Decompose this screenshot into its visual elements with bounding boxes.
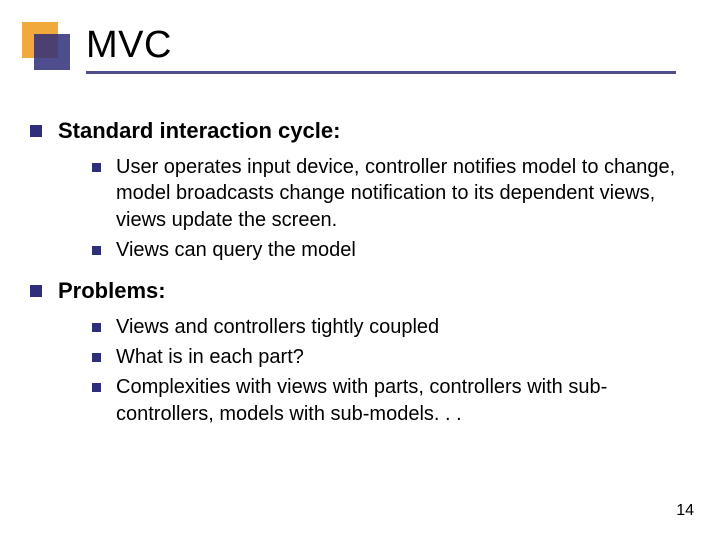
- bullet-heading-text: Problems:: [58, 278, 166, 303]
- bullet-item: Complexities with views with parts, cont…: [92, 374, 690, 427]
- title-underline: [86, 71, 676, 74]
- bullet-heading-text: Standard interaction cycle:: [58, 118, 340, 143]
- page-number: 14: [676, 502, 694, 520]
- bullet-item-text: Complexities with views with parts, cont…: [116, 376, 607, 424]
- bullet-item: Views and controllers tightly coupled: [92, 314, 690, 340]
- slide-body: Standard interaction cycle: User operate…: [30, 118, 690, 441]
- bullet-item: What is in each part?: [92, 344, 690, 370]
- bullet-item-text: Views and controllers tightly coupled: [116, 316, 439, 338]
- bullet-sublist: User operates input device, controller n…: [30, 154, 690, 264]
- bullet-sublist: Views and controllers tightly coupled Wh…: [30, 314, 690, 428]
- bullet-heading: Problems:: [30, 278, 690, 304]
- bullet-item-text: User operates input device, controller n…: [116, 156, 675, 231]
- bullet-item-text: What is in each part?: [116, 346, 304, 368]
- bullet-heading: Standard interaction cycle:: [30, 118, 690, 144]
- title-block: MVC: [86, 24, 676, 74]
- slide: MVC Standard interaction cycle: User ope…: [0, 0, 720, 540]
- logo-icon: [22, 22, 78, 70]
- bullet-item: User operates input device, controller n…: [92, 154, 690, 233]
- slide-title: MVC: [86, 24, 676, 67]
- bullet-item: Views can query the model: [92, 237, 690, 263]
- bullet-item-text: Views can query the model: [116, 239, 356, 261]
